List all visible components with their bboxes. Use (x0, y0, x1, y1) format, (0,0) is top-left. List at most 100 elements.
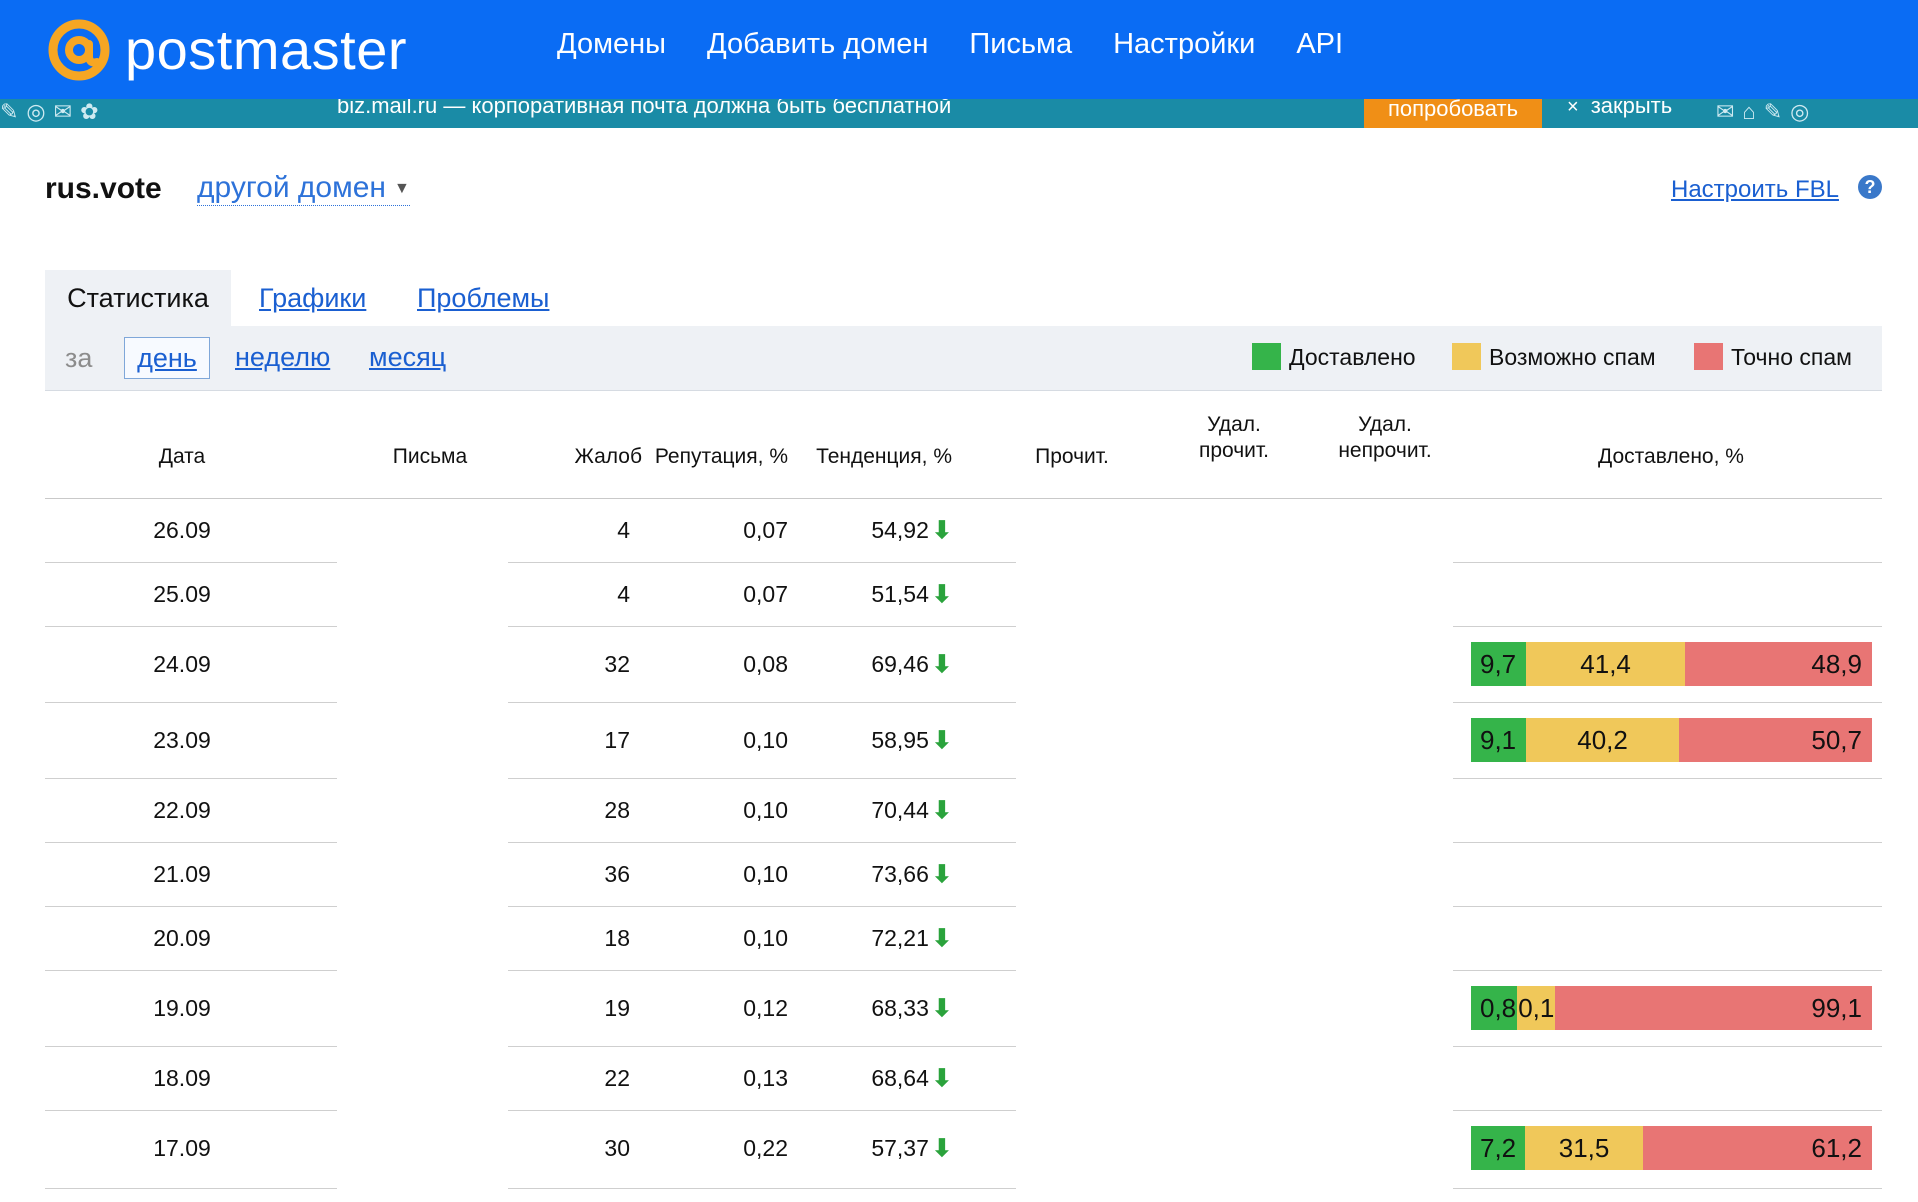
column-deleted-unread-line1: Удал. (1358, 413, 1412, 436)
row-trend: 51,54 ⬇ (800, 580, 952, 609)
arrow-down-icon: ⬇ (931, 1065, 952, 1092)
promo-try-button[interactable]: попробовать (1364, 99, 1542, 128)
doodle-icons-left: ✎◎✉✿ (0, 99, 107, 124)
delivery-segment-delivered: 0,8 (1471, 986, 1518, 1030)
row-complaints: 32 (604, 651, 630, 677)
period-week[interactable]: неделю (235, 337, 330, 377)
row-divider (1453, 906, 1882, 907)
column-date: Дата (158, 445, 206, 468)
arrow-down-icon: ⬇ (931, 727, 952, 754)
row-complaints: 19 (604, 995, 630, 1021)
nav-letters[interactable]: Письма (969, 26, 1072, 62)
configure-fbl-link[interactable]: Настроить FBL (1671, 176, 1839, 204)
nav-add-domain[interactable]: Добавить домен (707, 26, 928, 62)
row-trend: 68,64 ⬇ (800, 1064, 952, 1093)
delivery-segment-maybe-spam: 0,1 (1517, 986, 1556, 1030)
row-divider (508, 1110, 1016, 1111)
other-domain-label: другой домен (197, 171, 386, 204)
row-divider (508, 970, 1016, 971)
row-divider (508, 1046, 1016, 1047)
row-divider (1453, 842, 1882, 843)
other-domain-dropdown[interactable]: другой домен ▼ (197, 171, 410, 207)
row-reputation: 0,07 (743, 581, 788, 607)
column-read: Прочит. (1035, 445, 1109, 468)
tab-problems[interactable]: Проблемы (417, 270, 549, 326)
row-divider (1453, 702, 1882, 703)
row-date: 20.09 (153, 925, 211, 951)
doodle-icons-right: ✉⌂✎◎ (1716, 99, 1818, 124)
tab-charts[interactable]: Графики (259, 270, 366, 326)
column-deleted-read-line2: прочит. (1198, 439, 1270, 462)
row-trend: 54,92 ⬇ (800, 516, 952, 545)
row-reputation: 0,08 (743, 651, 788, 677)
column-complaints: Жалоб (574, 445, 642, 468)
row-divider (1453, 1046, 1882, 1047)
period-month[interactable]: месяц (369, 337, 446, 377)
help-icon[interactable]: ? (1858, 175, 1882, 199)
delivery-segment-delivered: 9,7 (1471, 642, 1527, 686)
row-divider (508, 778, 1016, 779)
row-trend-value: 51,54 (871, 581, 929, 607)
row-divider (1453, 1110, 1882, 1111)
logo-text: postmaster (125, 18, 407, 81)
delivery-segment-spam: 61,2 (1642, 1126, 1872, 1170)
current-domain: rus.vote (45, 172, 162, 205)
promo-close-label: закрыть (1590, 99, 1673, 118)
row-divider (45, 970, 337, 971)
row-trend: 73,66 ⬇ (800, 860, 952, 889)
legend-maybe-spam-label: Возможно спам (1489, 344, 1656, 370)
row-divider (1453, 1188, 1882, 1189)
row-reputation: 0,10 (743, 925, 788, 951)
arrow-down-icon: ⬇ (931, 651, 952, 678)
legend-maybe-spam: Возможно спам (1452, 343, 1656, 371)
column-deleted-read-line1: Удал. (1207, 413, 1261, 436)
promo-text[interactable]: biz.mail.ru — корпоративная почта должна… (337, 99, 951, 119)
delivery-segment-spam: 50,7 (1679, 718, 1872, 762)
row-trend-value: 68,64 (871, 1065, 929, 1091)
row-trend: 69,46 ⬇ (800, 650, 952, 679)
row-trend: 68,33 ⬇ (800, 994, 952, 1023)
row-reputation: 0,12 (743, 995, 788, 1021)
row-complaints: 4 (617, 581, 630, 607)
row-divider (45, 906, 337, 907)
row-divider (45, 842, 337, 843)
arrow-down-icon: ⬇ (931, 861, 952, 888)
row-date: 22.09 (153, 797, 211, 823)
postmaster-logo[interactable]: postmaster (45, 10, 407, 90)
row-trend-value: 57,37 (871, 1135, 929, 1161)
row-date: 25.09 (153, 581, 211, 607)
row-reputation: 0,10 (743, 727, 788, 753)
promo-close-button[interactable]: × закрыть (1567, 99, 1672, 120)
row-complaints: 28 (604, 797, 630, 823)
nav-domains[interactable]: Домены (557, 26, 666, 62)
row-complaints: 18 (604, 925, 630, 951)
nav-api[interactable]: API (1296, 26, 1343, 62)
tab-statistics[interactable]: Статистика (45, 270, 231, 326)
delivery-segment-delivered: 7,2 (1471, 1126, 1526, 1170)
row-divider (45, 1188, 337, 1189)
row-trend: 57,37 ⬇ (800, 1134, 952, 1163)
delivery-bar: 9,1 40,2 50,7 (1471, 718, 1872, 762)
row-divider (1453, 778, 1882, 779)
row-divider (508, 1188, 1016, 1189)
column-deleted-read: Удал. прочит. (1176, 412, 1292, 464)
row-divider (508, 842, 1016, 843)
delivery-segment-spam: 48,9 (1684, 642, 1872, 686)
row-date: 19.09 (153, 995, 211, 1021)
row-trend: 70,44 ⬇ (800, 796, 952, 825)
row-divider (45, 702, 337, 703)
nav-settings[interactable]: Настройки (1113, 26, 1255, 62)
row-reputation: 0,10 (743, 797, 788, 823)
row-divider (45, 626, 337, 627)
delivery-segment-maybe-spam: 31,5 (1525, 1126, 1643, 1170)
row-trend-value: 69,46 (871, 651, 929, 677)
row-trend: 58,95 ⬇ (800, 726, 952, 755)
period-day[interactable]: день (124, 337, 210, 379)
column-delivered: Доставлено, % (1598, 445, 1744, 468)
delivery-segment-spam: 99,1 (1555, 986, 1872, 1030)
at-sign-icon (48, 19, 110, 81)
delivery-segment-delivered: 9,1 (1471, 718, 1527, 762)
delivery-bar: 0,8 0,1 99,1 (1471, 986, 1872, 1030)
row-divider (508, 562, 1016, 563)
legend-swatch-maybe-spam (1452, 343, 1481, 370)
